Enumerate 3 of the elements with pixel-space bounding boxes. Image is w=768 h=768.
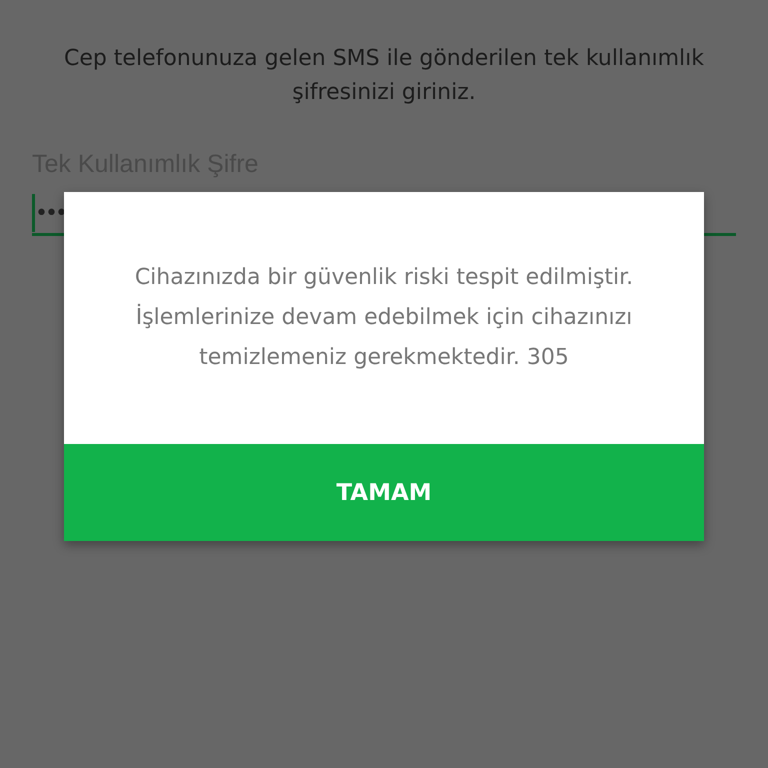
ok-button[interactable]: TAMAM: [64, 444, 704, 541]
instruction-text: Cep telefonunuza gelen SMS ile gönderilen tek kullanımlık şifresinizi giriniz.: [62, 45, 706, 107]
dialog-message: Cihazınızda bir güvenlik riski tespit edilmiştir. İşlemlerinize devam edebilmek için cihazınızı temizlemeniz gerekmektedir. 305: [134, 264, 634, 372]
